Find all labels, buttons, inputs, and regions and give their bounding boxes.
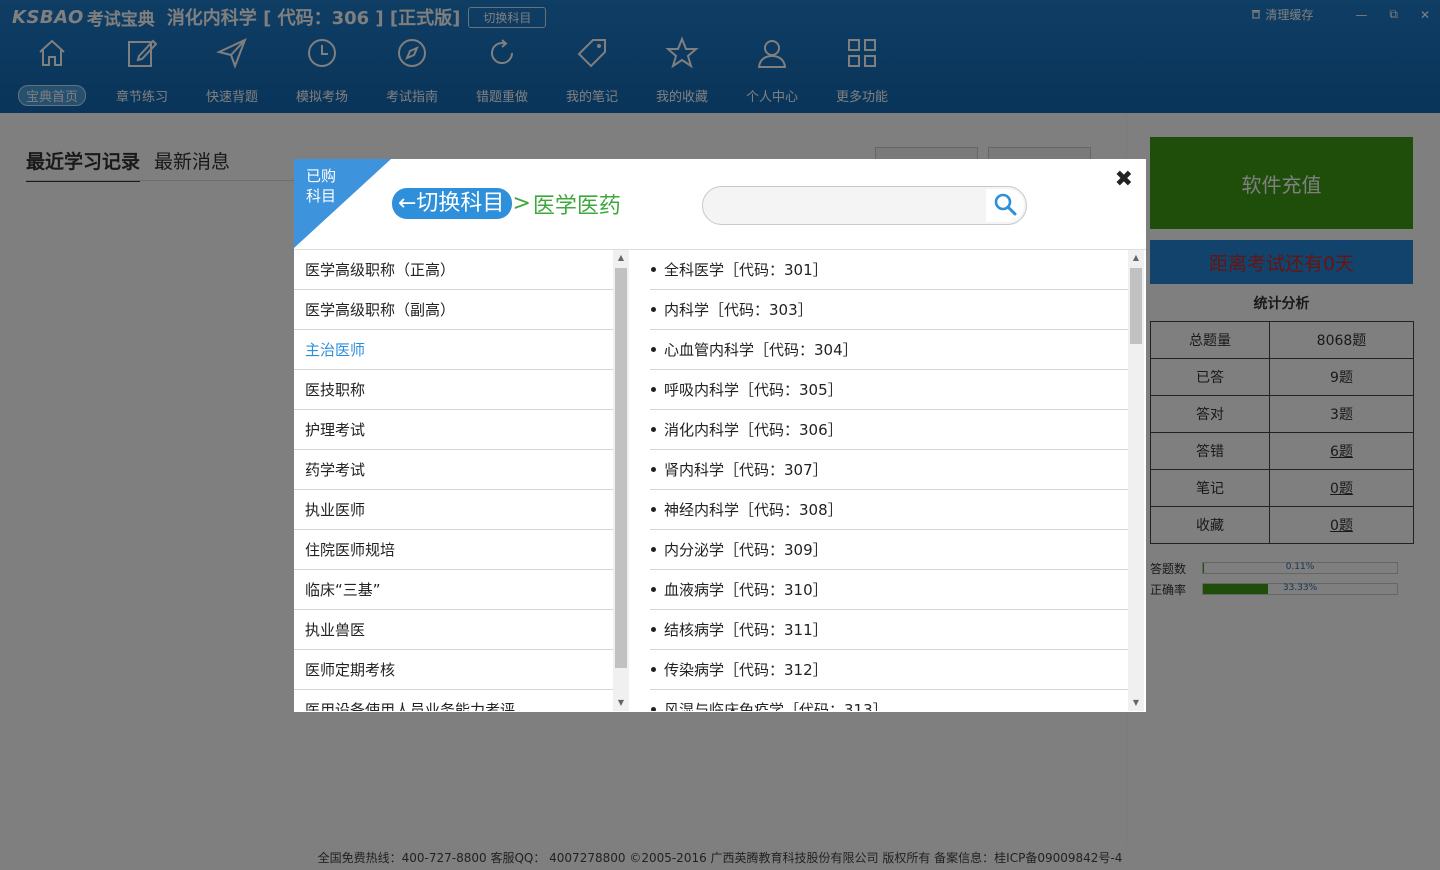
category-item[interactable]: 医学高级职称（副高） xyxy=(294,290,613,330)
switch-subject-dialog: 已购科目 ←切换科目 > 医学医药 ✖ 医学高级职称（正高） 医学高级职称（副高… xyxy=(294,159,1146,712)
bullet xyxy=(651,507,656,512)
category-item[interactable]: 医用设备使用人员业务能力考评 xyxy=(294,690,613,711)
bullet xyxy=(651,347,656,352)
subject-item[interactable]: 全科医学［代码：301］ xyxy=(650,250,1128,290)
back-switch-subject-button[interactable]: ←切换科目 xyxy=(392,188,513,219)
scroll-down-arrow[interactable]: ▼ xyxy=(613,695,629,711)
category-item[interactable]: 执业兽医 xyxy=(294,610,613,650)
bullet xyxy=(651,267,656,272)
category-item[interactable]: 护理考试 xyxy=(294,410,613,450)
category-item[interactable]: 医学高级职称（正高） xyxy=(294,250,613,290)
bullet xyxy=(651,587,656,592)
scroll-down-arrow[interactable]: ▼ xyxy=(1128,695,1144,711)
breadcrumb-current: 医学医药 xyxy=(532,193,621,219)
subject-search xyxy=(702,186,1027,225)
subject-item[interactable]: 心血管内科学［代码：304］ xyxy=(650,330,1128,370)
bullet xyxy=(651,547,656,552)
category-item-selected[interactable]: 主治医师 xyxy=(294,330,613,370)
search-button[interactable] xyxy=(986,189,1024,222)
subject-scrollbar[interactable]: ▲ ▼ xyxy=(1128,250,1144,711)
subject-label: 内分泌学［代码：309］ xyxy=(664,540,828,559)
subject-label: 心血管内科学［代码：304］ xyxy=(664,340,858,359)
subject-item[interactable]: 风湿与临床免疫学［代码：313］ xyxy=(650,690,1128,711)
bullet xyxy=(651,387,656,392)
category-item[interactable]: 医师定期考核 xyxy=(294,650,613,690)
scroll-up-arrow[interactable]: ▲ xyxy=(1128,250,1144,266)
scroll-thumb[interactable] xyxy=(615,268,627,668)
category-item[interactable]: 住院医师规培 xyxy=(294,530,613,570)
subject-item[interactable]: 肾内科学［代码：307］ xyxy=(650,450,1128,490)
scroll-up-arrow[interactable]: ▲ xyxy=(613,250,629,266)
subject-item[interactable]: 呼吸内科学［代码：305］ xyxy=(650,370,1128,410)
close-dialog-button[interactable]: ✖ xyxy=(1115,167,1133,192)
subject-item[interactable]: 内科学［代码：303］ xyxy=(650,290,1128,330)
bullet xyxy=(651,467,656,472)
breadcrumb-separator: > xyxy=(512,191,531,216)
subject-label: 结核病学［代码：311］ xyxy=(664,620,828,639)
subject-label: 肾内科学［代码：307］ xyxy=(664,460,828,479)
subject-label: 风湿与临床免疫学［代码：313］ xyxy=(664,700,888,712)
bullet xyxy=(651,627,656,632)
subject-item[interactable]: 血液病学［代码：310］ xyxy=(650,570,1128,610)
category-item[interactable]: 临床“三基” xyxy=(294,570,613,610)
subject-item[interactable]: 结核病学［代码：311］ xyxy=(650,610,1128,650)
purchased-subjects-corner[interactable]: 已购科目 xyxy=(294,159,391,248)
breadcrumb: ←切换科目 > 医学医药 xyxy=(392,188,621,219)
category-scrollbar[interactable]: ▲ ▼ xyxy=(613,250,629,711)
subject-label: 内科学［代码：303］ xyxy=(664,300,813,319)
subject-label: 神经内科学［代码：308］ xyxy=(664,500,843,519)
subject-label: 全科医学［代码：301］ xyxy=(664,260,828,279)
subject-label: 血液病学［代码：310］ xyxy=(664,580,828,599)
subject-list: 全科医学［代码：301］ 内科学［代码：303］ 心血管内科学［代码：304］ … xyxy=(650,250,1128,711)
category-item[interactable]: 执业医师 xyxy=(294,490,613,530)
subject-label: 传染病学［代码：312］ xyxy=(664,660,828,679)
category-list: 医学高级职称（正高） 医学高级职称（副高） 主治医师 医技职称 护理考试 药学考… xyxy=(294,250,613,711)
subject-item[interactable]: 内分泌学［代码：309］ xyxy=(650,530,1128,570)
search-icon xyxy=(993,192,1017,220)
search-input[interactable] xyxy=(717,195,979,217)
subject-label: 消化内科学［代码：306］ xyxy=(664,420,843,439)
subject-item[interactable]: 神经内科学［代码：308］ xyxy=(650,490,1128,530)
bullet xyxy=(651,427,656,432)
subject-item[interactable]: 传染病学［代码：312］ xyxy=(650,650,1128,690)
category-item[interactable]: 药学考试 xyxy=(294,450,613,490)
subject-item[interactable]: 消化内科学［代码：306］ xyxy=(650,410,1128,450)
bullet xyxy=(651,307,656,312)
category-item[interactable]: 医技职称 xyxy=(294,370,613,410)
scroll-thumb[interactable] xyxy=(1130,268,1142,344)
subject-label: 呼吸内科学［代码：305］ xyxy=(664,380,843,399)
bullet xyxy=(651,667,656,672)
bullet xyxy=(651,707,656,711)
purchased-subjects-label: 已购科目 xyxy=(306,167,337,205)
